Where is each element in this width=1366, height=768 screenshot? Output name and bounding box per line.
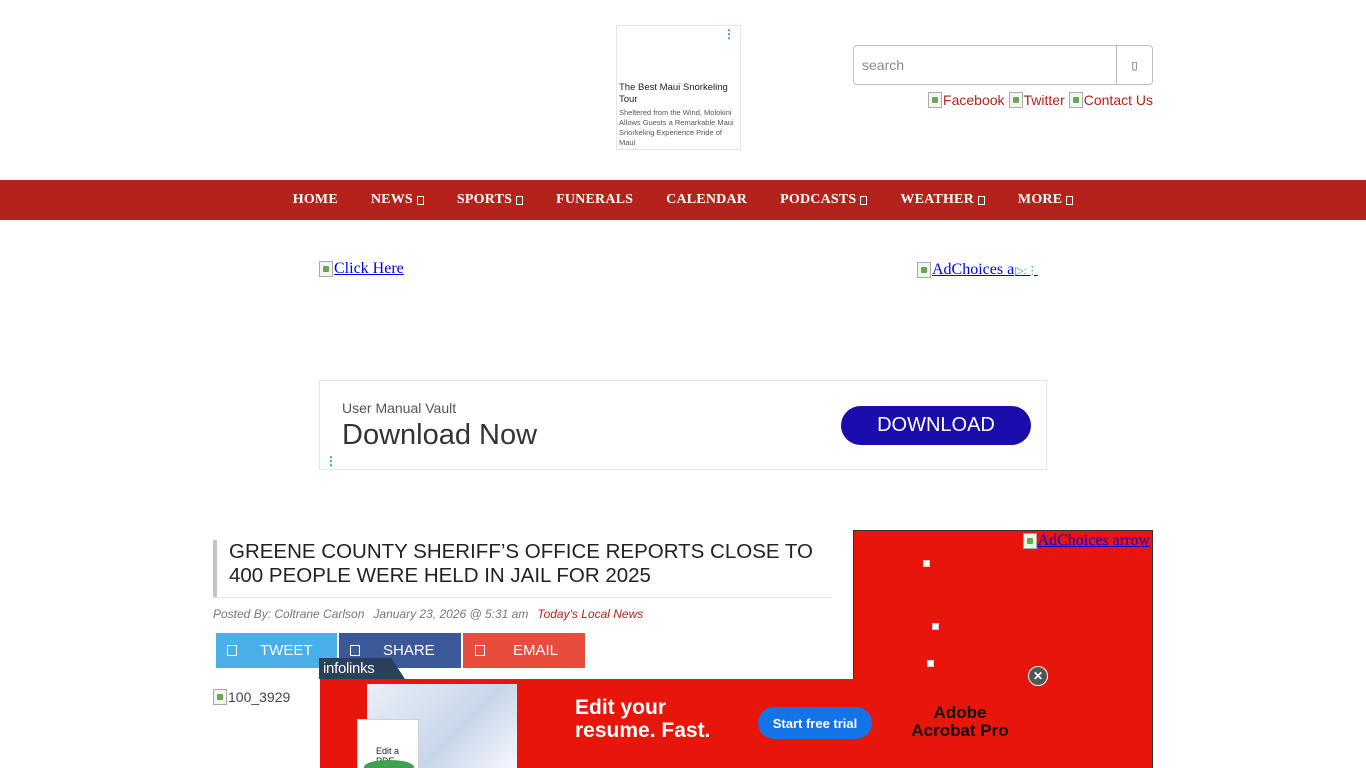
- chevron-down-icon: [516, 195, 524, 205]
- nav-sports[interactable]: SPORTS: [440, 192, 539, 208]
- search-button[interactable]: ▯: [1117, 45, 1153, 85]
- adchoices-arrow-link[interactable]: AdChoices arrow: [1022, 532, 1150, 550]
- chevron-down-icon: [416, 195, 424, 205]
- nav-funerals[interactable]: FUNERALS: [540, 192, 650, 208]
- article-title: GREENE COUNTY SHERIFF’S OFFICE REPORTS C…: [229, 540, 813, 587]
- email-share-button[interactable]: EMAIL: [463, 633, 585, 668]
- nav-home[interactable]: HOME: [276, 192, 354, 208]
- nav-calendar[interactable]: CALENDAR: [650, 192, 764, 208]
- main-nav: HOME NEWS SPORTS FUNERALS CALENDAR PODCA…: [0, 180, 1366, 220]
- overlay-ad-brand: Adobe Acrobat Pro: [911, 703, 1009, 740]
- broken-image-icon: [923, 560, 930, 567]
- close-icon: ✕: [1032, 669, 1044, 683]
- pdf-document-icon: Edit a PDF: [357, 719, 419, 768]
- article-meta: Posted By: Coltrane Carlson January 23, …: [213, 607, 643, 621]
- facebook-link[interactable]: Facebook: [928, 92, 1005, 108]
- banner-ad-brand: User Manual Vault: [342, 400, 457, 416]
- contact-icon: [1068, 92, 1083, 108]
- chevron-down-icon: [977, 195, 985, 205]
- article-headline: GREENE COUNTY SHERIFF’S OFFICE REPORTS C…: [213, 540, 832, 598]
- banner-ad-headline: Download Now: [342, 419, 538, 451]
- adchoices-icon: ▷:⋮: [1015, 264, 1038, 277]
- broken-image-icon: [319, 261, 333, 277]
- nav-news[interactable]: NEWS: [354, 192, 440, 208]
- divider: [213, 597, 832, 598]
- adchoices-link[interactable]: AdChoices a ▷:⋮: [917, 261, 1038, 279]
- overlay-ad[interactable]: Edit a PDF Edit yourresume. Fast. Start …: [320, 679, 1047, 768]
- chevron-down-icon: [860, 195, 868, 205]
- overlay-ad-message: Edit your resume. Fast.: [575, 696, 711, 742]
- top-ad[interactable]: ⋮ The Best Maui Snorkeling Tour Sheltere…: [616, 25, 741, 150]
- article-author: Posted By: Coltrane Carlson: [213, 607, 365, 621]
- close-ad-button[interactable]: ✕: [1028, 666, 1048, 686]
- broken-image-icon: [932, 623, 939, 630]
- broken-image-icon: [917, 262, 931, 278]
- nav-more[interactable]: MORE: [1001, 192, 1089, 208]
- ad-options-icon[interactable]: ⋮: [723, 28, 735, 40]
- social-links: Facebook Twitter Contact Us: [928, 92, 1153, 108]
- click-here-ad-link[interactable]: Click Here: [319, 260, 404, 278]
- search-icon: ▯: [1131, 59, 1138, 72]
- broken-image-icon: [1022, 533, 1037, 549]
- start-free-trial-button[interactable]: Start free trial: [758, 707, 872, 739]
- nav-weather[interactable]: WEATHER: [884, 192, 1002, 208]
- contact-us-link[interactable]: Contact Us: [1068, 92, 1153, 108]
- infolinks-tab[interactable]: infolinks: [319, 658, 405, 679]
- article-category-link[interactable]: Today's Local News: [537, 607, 643, 621]
- nav-podcasts[interactable]: PODCASTS: [764, 192, 884, 208]
- twitter-icon: [227, 645, 237, 656]
- article-date: January 23, 2026 @ 5:31 am: [373, 607, 529, 621]
- email-icon: [475, 645, 485, 656]
- download-button[interactable]: DOWNLOAD: [841, 406, 1031, 445]
- facebook-icon: [928, 92, 943, 108]
- share-buttons: TWEET SHARE EMAIL: [216, 633, 585, 668]
- search-input[interactable]: [853, 45, 1117, 85]
- broken-image-icon: [213, 689, 227, 705]
- chevron-down-icon: [1066, 195, 1074, 205]
- ad-options-icon[interactable]: ⋮: [325, 455, 337, 467]
- search-box: ▯: [853, 45, 1153, 85]
- top-ad-description[interactable]: Sheltered from the Wind, Molokini Allows…: [619, 108, 737, 148]
- banner-ad[interactable]: User Manual Vault Download Now DOWNLOAD …: [319, 380, 1047, 470]
- facebook-icon: [350, 645, 360, 656]
- top-ad-title[interactable]: The Best Maui Snorkeling Tour: [619, 82, 737, 106]
- article-image: 100_3929: [213, 689, 290, 705]
- twitter-icon: [1008, 92, 1023, 108]
- tweet-button[interactable]: TWEET: [216, 633, 337, 668]
- broken-image-icon: [927, 660, 934, 667]
- twitter-link[interactable]: Twitter: [1008, 92, 1065, 108]
